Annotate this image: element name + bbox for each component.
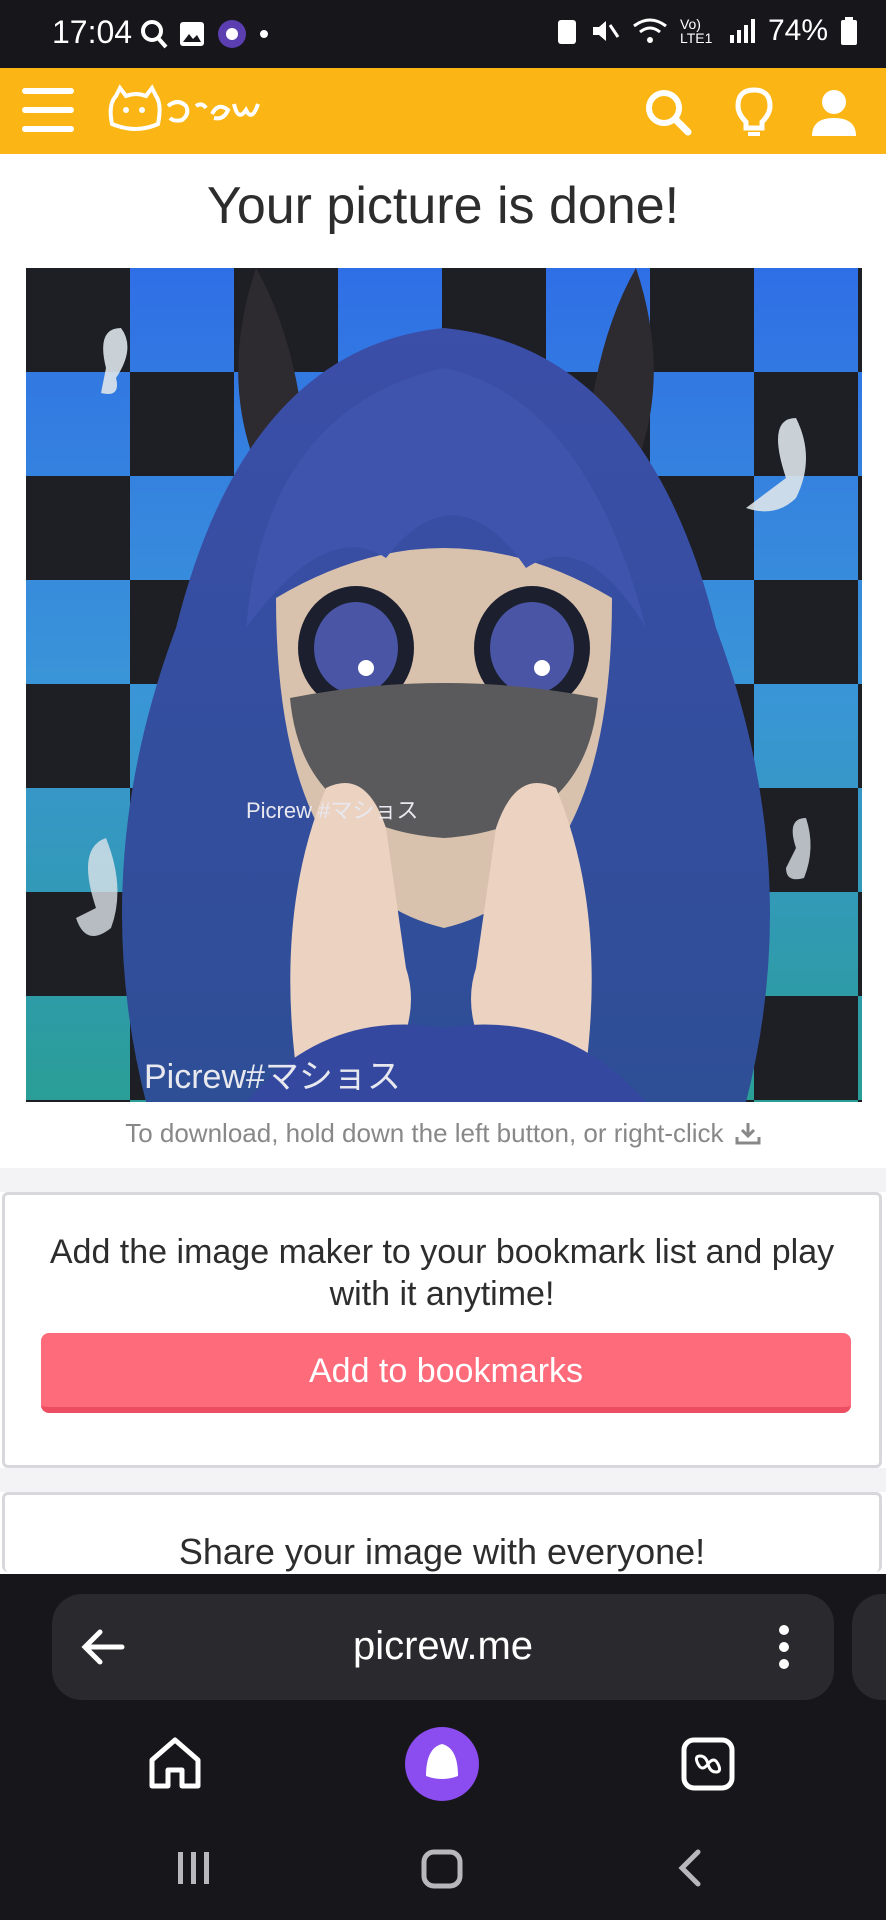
bookmark-card-text: Add the image maker to your bookmark lis… [49,1233,835,1313]
download-hint-text: To download, hold down the left button, … [125,1118,724,1148]
status-time: 17:04 [52,14,133,50]
signal-icon [729,19,755,43]
search-icon[interactable] [640,84,696,140]
android-home-icon[interactable] [420,1848,464,1890]
menu-icon[interactable] [22,88,74,132]
download-icon [735,1123,761,1145]
generated-avatar-image[interactable]: Picrew #マショス Picrew#マショス [26,268,862,1102]
notification-icons [140,18,270,50]
system-status: Vo) LTE1 74% [556,14,858,48]
status-bar: 17:04 Vo) LTE1 74% [0,0,886,68]
wifi-icon [633,18,667,43]
recents-icon[interactable] [174,1850,214,1886]
next-tab-peek[interactable] [852,1594,886,1700]
download-hint: To download, hold down the left button, … [0,1118,886,1149]
user-icon[interactable] [806,84,862,140]
home-icon[interactable] [146,1734,204,1792]
battery-icon [841,17,857,45]
image-icon [180,22,204,46]
section-gap [0,1168,886,1192]
dot-icon [260,30,268,38]
picrew-logo[interactable] [106,84,276,140]
app-icon [218,20,246,48]
battery-percent: 74% [767,14,828,47]
url-text[interactable]: picrew.me [52,1624,834,1669]
bookmark-card: Add the image maker to your bookmark lis… [2,1192,882,1468]
address-bar[interactable]: picrew.me [52,1594,834,1700]
assistant-icon[interactable] [404,1726,480,1802]
mute-icon [592,21,620,41]
more-icon[interactable] [774,1622,794,1672]
network-label: Vo) LTE1 [679,16,713,46]
android-back-icon[interactable] [674,1848,704,1888]
section-gap [0,1468,886,1492]
watermark-large: Picrew#マショス [144,1058,401,1096]
search-icon [141,20,168,49]
lightbulb-icon[interactable] [726,84,782,140]
page-title: Your picture is done! [206,177,680,235]
share-card-text: Share your image with everyone! [178,1531,706,1572]
add-to-bookmarks-button[interactable]: Add to bookmarks [41,1333,851,1413]
recycle-icon [557,20,576,44]
share-card: Share your image with everyone! [2,1492,882,1572]
tabs-icon[interactable] [680,1736,736,1792]
watermark-small: Picrew #マショス [246,798,418,823]
